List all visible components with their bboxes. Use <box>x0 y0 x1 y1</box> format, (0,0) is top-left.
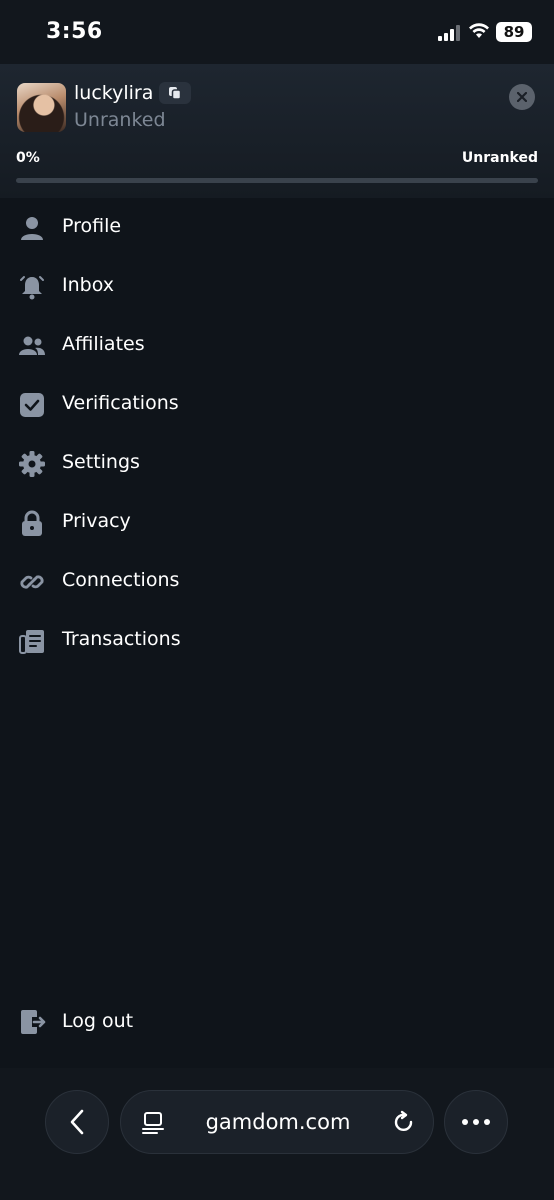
rank-label: Unranked <box>74 109 166 131</box>
url-text: gamdom.com <box>205 1110 351 1134</box>
close-icon <box>517 92 527 102</box>
gear-icon <box>19 451 45 477</box>
menu-item-label: Affiliates <box>62 333 145 355</box>
logout-button[interactable]: Log out <box>0 993 554 1052</box>
logout-label: Log out <box>62 1010 134 1032</box>
progress-rank: Unranked <box>461 150 538 166</box>
browser-toolbar: gamdom.com <box>0 1068 554 1200</box>
back-button[interactable] <box>45 1090 109 1154</box>
menu-item-transactions[interactable]: Transactions <box>0 611 554 670</box>
more-dots-icon <box>462 1119 490 1125</box>
menu-item-affiliates[interactable]: Affiliates <box>0 316 554 375</box>
receipt-icon <box>19 630 44 654</box>
copy-username-button[interactable] <box>159 82 191 104</box>
menu-item-label: Settings <box>62 451 140 473</box>
copy-icon <box>169 87 182 100</box>
menu-item-connections[interactable]: Connections <box>0 552 554 611</box>
menu-item-inbox[interactable]: Inbox <box>0 257 554 316</box>
status-bar: 3:56 89 <box>0 0 554 64</box>
menu-item-privacy[interactable]: Privacy <box>0 493 554 552</box>
menu-item-label: Privacy <box>62 510 131 532</box>
progress-percent: 0% <box>16 150 40 166</box>
menu-item-label: Profile <box>62 215 122 237</box>
link-icon <box>20 575 44 589</box>
profile-header: luckylira Unranked 0% Unranked <box>0 64 554 198</box>
reload-icon[interactable] <box>391 1110 417 1136</box>
username: luckylira <box>74 82 154 104</box>
close-button[interactable] <box>509 84 535 110</box>
user-icon <box>21 217 43 240</box>
menu-item-label: Verifications <box>62 392 179 414</box>
logout-icon <box>21 1010 46 1034</box>
lock-icon <box>22 510 42 536</box>
menu-item-label: Inbox <box>62 274 114 296</box>
address-bar[interactable]: gamdom.com <box>120 1090 434 1154</box>
menu-item-label: Transactions <box>62 628 181 650</box>
wifi-icon <box>469 23 489 38</box>
menu-item-verifications[interactable]: Verifications <box>0 375 554 434</box>
battery-indicator: 89 <box>496 22 532 42</box>
avatar[interactable] <box>17 83 66 132</box>
cellular-signal-icon <box>438 25 460 41</box>
menu-item-label: Connections <box>62 569 180 591</box>
menu-item-settings[interactable]: Settings <box>0 434 554 493</box>
bell-icon <box>20 276 44 300</box>
users-icon <box>19 336 45 355</box>
checkbox-icon <box>20 393 44 417</box>
status-time: 3:56 <box>46 19 103 44</box>
menu-item-profile[interactable]: Profile <box>0 198 554 257</box>
more-button[interactable] <box>444 1090 508 1154</box>
chevron-left-icon <box>70 1109 84 1135</box>
rank-progress-bar <box>16 178 538 183</box>
